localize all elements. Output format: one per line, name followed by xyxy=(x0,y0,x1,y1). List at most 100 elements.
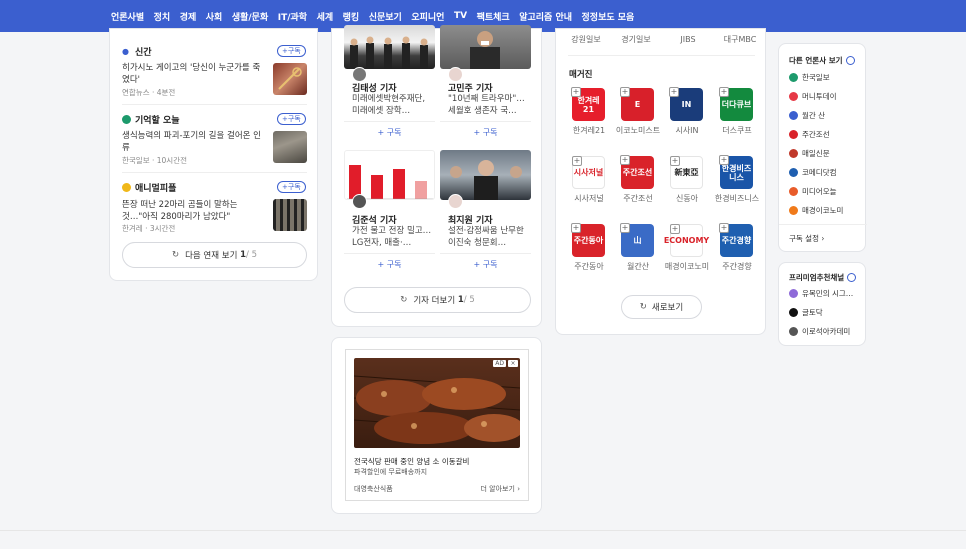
press-name[interactable]: 주간동아 xyxy=(563,262,615,272)
nav-item[interactable]: 오피니언 xyxy=(411,10,444,23)
series-thumbnail[interactable] xyxy=(273,199,307,231)
subscribe-button[interactable]: +구독 xyxy=(277,113,306,125)
animal-icon xyxy=(122,183,131,192)
press-name[interactable]: 주간조선 xyxy=(612,194,664,204)
subscribe-button[interactable]: +구독 xyxy=(277,45,306,57)
press-logo[interactable]: + ECONOMY xyxy=(664,224,709,257)
next-series-button[interactable]: ↻ 다음 연재 보기 1 / 5 xyxy=(122,242,307,268)
add-press-icon[interactable]: + xyxy=(620,223,630,233)
press-logo[interactable]: + E xyxy=(620,87,654,121)
other-press-item[interactable]: 미디어오늘 xyxy=(789,186,837,197)
ad-image[interactable]: AD × xyxy=(354,358,520,448)
add-press-icon[interactable]: + xyxy=(620,155,630,165)
nav-item[interactable]: 알고리즘 안내 xyxy=(519,10,572,23)
nav-item[interactable]: 언론사별 xyxy=(111,10,145,32)
nav-item[interactable]: 신문보기 xyxy=(369,10,402,23)
nav-item[interactable]: 팩트체크 xyxy=(477,10,510,23)
premium-item[interactable]: 유목민의 시그… xyxy=(789,288,853,299)
ad-cta-link[interactable]: 더 알아보기 › xyxy=(481,484,520,494)
press-name[interactable]: 한경비즈니스 xyxy=(711,194,763,204)
series-headline[interactable]: 생식능력의 파괴-포기의 길을 걸어온 인류 xyxy=(122,130,262,154)
reporter-article[interactable]: 가전 물고 전장 밀고… LG전자, 매출·… xyxy=(352,225,432,249)
press-name[interactable]: 신동아 xyxy=(661,194,713,204)
ad-close-icon[interactable]: × xyxy=(508,360,518,367)
add-press-icon[interactable]: + xyxy=(719,87,729,97)
nav-item[interactable]: 세계 xyxy=(317,10,334,23)
series-thumbnail[interactable] xyxy=(273,131,307,163)
press-logo[interactable]: + 주간동아 xyxy=(571,223,605,257)
press-name[interactable]: 월간산 xyxy=(612,262,664,272)
press-name[interactable]: 이코노미스트 xyxy=(612,126,664,136)
press-logo[interactable]: + 新東亞 xyxy=(670,156,703,189)
reporter-card[interactable]: 고민주 기자 "10년째 트라우마"…세월호 생존자 국… + 구독 xyxy=(440,25,531,145)
press-logo[interactable]: + 한경비즈니스 xyxy=(719,155,753,189)
other-press-item[interactable]: 매경이코노미 xyxy=(789,205,843,216)
nav-item[interactable]: 정정보도 모음 xyxy=(582,10,635,23)
premium-item[interactable]: 이로석아카데미 xyxy=(789,326,850,337)
reporter-subscribe-button[interactable]: + 구독 xyxy=(344,253,435,275)
add-press-icon[interactable]: + xyxy=(571,223,581,233)
nav-item[interactable]: 정치 xyxy=(154,10,171,23)
ad-frame[interactable]: AD × 전국식당 판매 중인 양념 소 이동갈비 파격할인에 무료배송까지 대… xyxy=(345,349,529,501)
add-press-icon[interactable]: + xyxy=(620,87,630,97)
add-press-icon[interactable]: + xyxy=(571,87,581,97)
press-name[interactable]: 강원일보 xyxy=(560,35,612,45)
add-press-icon[interactable]: + xyxy=(572,156,582,166)
other-press-item[interactable]: 코메디닷컴 xyxy=(789,167,837,178)
press-name[interactable]: 시사IN xyxy=(661,126,713,136)
press-name[interactable]: 더스쿠프 xyxy=(711,126,763,136)
add-press-icon[interactable]: + xyxy=(719,223,729,233)
press-name[interactable]: 주간경향 xyxy=(711,262,763,272)
series-headline[interactable]: 뜬장 떠난 22마리 곰들이 말하는 것…"아직 280마리가 남았다" xyxy=(122,199,262,223)
add-press-icon[interactable]: + xyxy=(670,156,680,166)
press-logo[interactable]: + IN xyxy=(669,87,703,121)
refresh-press-button[interactable]: ↻ 새로보기 xyxy=(621,295,702,319)
press-logo[interactable]: + 주간경향 xyxy=(719,223,753,257)
press-logo[interactable]: + 시사저널 xyxy=(572,156,605,189)
press-name[interactable]: 한겨레21 xyxy=(563,126,615,136)
reporter-subscribe-button[interactable]: + 구독 xyxy=(344,121,435,143)
reporter-article[interactable]: "10년째 트라우마"…세월호 생존자 국… xyxy=(448,93,528,117)
add-press-icon[interactable]: + xyxy=(670,224,680,234)
info-icon[interactable] xyxy=(847,273,857,282)
reporter-subscribe-button[interactable]: + 구독 xyxy=(440,253,531,275)
other-press-item[interactable]: 머니투데이 xyxy=(789,91,837,102)
info-icon[interactable] xyxy=(845,56,855,65)
subscribe-button[interactable]: +구독 xyxy=(277,181,306,193)
press-logo[interactable]: + 한겨레21 xyxy=(571,87,605,121)
press-logo[interactable]: + 더다큐브 xyxy=(719,87,753,121)
press-name[interactable]: 시사저널 xyxy=(563,194,615,204)
add-press-icon[interactable]: + xyxy=(669,87,679,97)
nav-item[interactable]: 경제 xyxy=(180,10,197,23)
reporter-card[interactable]: 김태성 기자 미래에셋박현주재단, 미래에셋 장학… + 구독 xyxy=(344,25,435,145)
add-press-icon[interactable]: + xyxy=(719,155,729,165)
press-logo[interactable]: + 주간조선 xyxy=(620,155,654,189)
more-reporters-button[interactable]: ↻ 기자 더보기 1 / 5 xyxy=(344,287,531,313)
ad-advertiser: 대영축산식품 xyxy=(354,485,393,493)
nav-item[interactable]: 랭킹 xyxy=(343,10,360,23)
reporter-card[interactable]: 최지원 기자 설전·감정싸움 난무한 이진숙 청문회… + 구독 xyxy=(440,150,531,270)
nav-item[interactable]: IT/과학 xyxy=(278,10,307,23)
ad-title[interactable]: 전국식당 판매 중인 양념 소 이동갈비 xyxy=(354,456,469,467)
subscribe-settings-link[interactable]: 구독 설정 › xyxy=(789,233,824,244)
nav-item[interactable]: 사회 xyxy=(206,10,223,23)
press-name[interactable]: 매경이코노미 xyxy=(661,262,713,272)
nav-item[interactable]: 생활/문화 xyxy=(232,10,268,23)
reporter-article[interactable]: 설전·감정싸움 난무한 이진숙 청문회… xyxy=(448,225,528,249)
reporter-article[interactable]: 미래에셋박현주재단, 미래에셋 장학… xyxy=(352,93,432,117)
press-name[interactable]: JIBS xyxy=(662,35,714,45)
series-thumbnail[interactable] xyxy=(273,63,307,95)
other-press-item[interactable]: 매일신문 xyxy=(789,148,830,159)
reporter-subscribe-button[interactable]: + 구독 xyxy=(440,121,531,143)
reporter-card[interactable]: 김준석 기자 가전 물고 전장 밀고… LG전자, 매출·… + 구독 xyxy=(344,150,435,270)
other-press-item[interactable]: 주간조선 xyxy=(789,129,830,140)
premium-item[interactable]: 글토닥 xyxy=(789,307,823,318)
nav-item[interactable]: TV xyxy=(454,11,467,21)
press-logo[interactable]: + 山 xyxy=(620,223,654,257)
page-total: / 5 xyxy=(463,295,475,305)
other-press-item[interactable]: 월간 산 xyxy=(789,110,825,121)
other-press-item[interactable]: 한국일보 xyxy=(789,72,830,83)
press-name[interactable]: 경기일보 xyxy=(610,35,662,45)
press-name[interactable]: 대구MBC xyxy=(714,35,766,45)
series-headline[interactable]: 히가시노 게이고의 '당신이 누군가를 죽였다' xyxy=(122,62,262,86)
